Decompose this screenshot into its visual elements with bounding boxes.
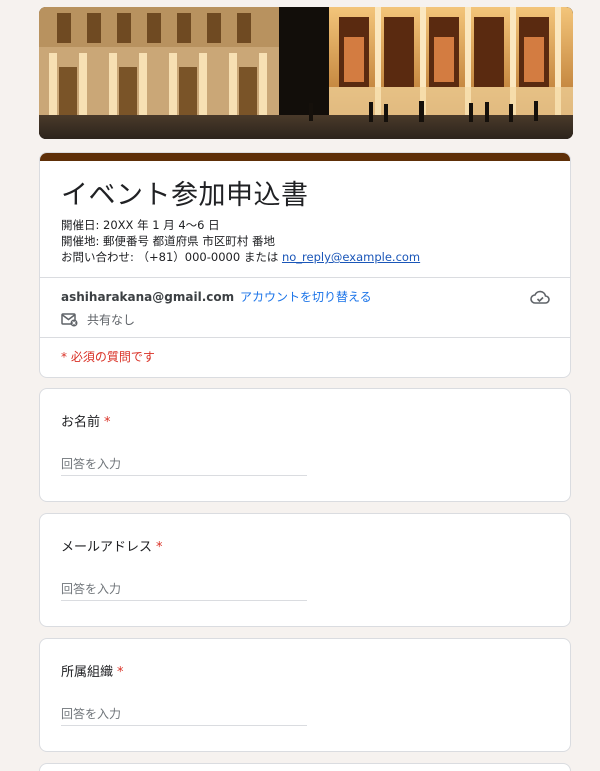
event-date-line: 開催日: 20XX 年 1 月 4〜6 日	[61, 218, 220, 232]
not-shared-label: 共有なし	[87, 313, 136, 327]
contact-line: お問い合わせ: （+81）000-0000 または no_reply@examp…	[61, 249, 420, 265]
event-venue-line: 開催地: 郵便番号 都道府県 市区町村 番地	[61, 234, 275, 248]
form-description: 開催日: 20XX 年 1 月 4〜6 日 開催地: 郵便番号 都道府県 市区町…	[61, 217, 420, 265]
question-card-email: メールアドレス *	[39, 513, 571, 627]
mail-off-icon	[61, 312, 78, 327]
required-asterisk: *	[117, 665, 124, 680]
question-label: 所属組織 *	[61, 661, 124, 680]
organization-input[interactable]	[61, 703, 307, 726]
divider	[40, 337, 570, 338]
required-note: * 必須の質問です	[61, 350, 155, 364]
question-text: お名前	[61, 415, 101, 430]
question-card-next	[39, 763, 571, 771]
question-card-organization: 所属組織 *	[39, 638, 571, 752]
sharing-status: 共有なし	[61, 311, 135, 328]
account-email: ashiharakana@gmail.com	[61, 290, 235, 304]
form-header-card: イベント参加申込書 開催日: 20XX 年 1 月 4〜6 日 開催地: 郵便番…	[39, 152, 571, 378]
account-row: ashiharakana@gmail.com アカウントを切り替える	[61, 288, 372, 305]
form-title: イベント参加申込書	[61, 180, 309, 211]
switch-account-link[interactable]: アカウントを切り替える	[240, 290, 372, 304]
header-banner-image	[39, 7, 573, 139]
divider	[40, 277, 570, 278]
email-input[interactable]	[61, 578, 307, 601]
required-asterisk: *	[156, 540, 163, 555]
required-asterisk: *	[104, 415, 111, 430]
question-label: メールアドレス *	[61, 536, 163, 555]
cloud-check-icon[interactable]	[530, 289, 550, 305]
question-text: 所属組織	[61, 665, 114, 680]
question-label: お名前 *	[61, 411, 111, 430]
question-text: メールアドレス	[61, 540, 153, 555]
contact-text: お問い合わせ: （+81）000-0000 または	[61, 250, 282, 264]
theme-color-bar	[40, 153, 570, 161]
google-form-page: イベント参加申込書 開催日: 20XX 年 1 月 4〜6 日 開催地: 郵便番…	[0, 0, 600, 771]
name-input[interactable]	[61, 453, 307, 476]
question-card-name: お名前 *	[39, 388, 571, 502]
contact-email-link[interactable]: no_reply@example.com	[282, 250, 420, 264]
